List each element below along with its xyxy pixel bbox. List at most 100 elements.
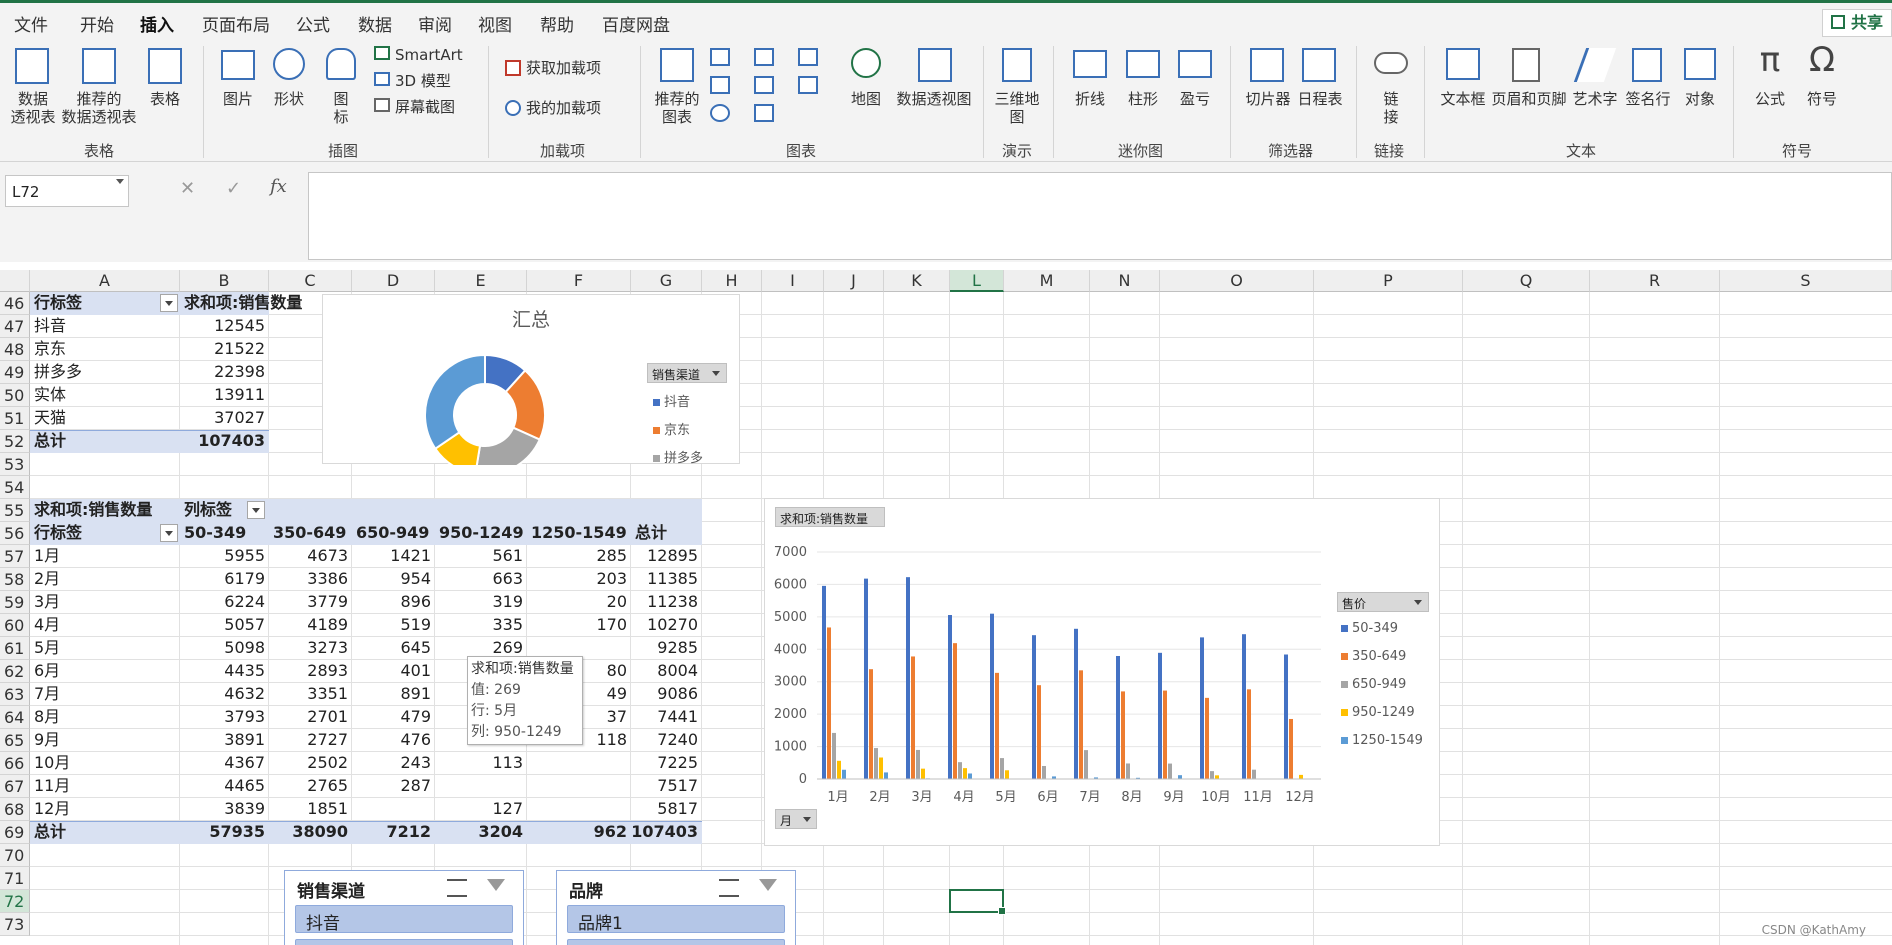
bar-350-649-4月[interactable] [953,643,957,779]
pivot2-row-label[interactable]: 12月 [34,798,174,820]
pivot2-cell[interactable]: 8004 [631,660,702,682]
bar-650-949-9月[interactable] [1168,763,1172,779]
bar-legend-item[interactable]: 1250-1549 [1341,733,1423,748]
bar-50-349-5月[interactable] [990,613,994,779]
pivot2-cell[interactable]: 3386 [269,568,352,590]
bar-50-349-7月[interactable] [1074,628,1078,779]
pivot2-cell[interactable]: 7441 [631,706,702,728]
screenshot-button[interactable]: 屏幕截图 [395,98,455,116]
column-header[interactable]: H [702,270,762,292]
pie-slice-天猫[interactable] [424,353,486,451]
timeline-button[interactable]: 日程表 [1296,90,1344,108]
bar-legend-item[interactable]: 650-949 [1341,677,1406,692]
pivot2-cell[interactable]: 5817 [631,798,702,820]
pivot2-row-label[interactable]: 11月 [34,775,174,797]
symbol-button[interactable]: 符号 [1804,90,1840,108]
row-header[interactable]: 46 [0,292,30,315]
pivot1-row-label[interactable]: 拼多多 [34,361,174,383]
header-footer-button[interactable]: 页眉和页脚 [1490,90,1568,108]
my-addins-button[interactable]: 我的加载项 [526,99,601,117]
signature-button[interactable]: 签名行 [1624,90,1672,108]
bar-350-649-3月[interactable] [911,656,915,779]
bar-50-349-1月[interactable] [822,585,826,779]
row-header[interactable]: 52 [0,430,30,453]
pivot2-cell[interactable]: 7517 [631,775,702,797]
row-header[interactable]: 67 [0,775,30,798]
recommended-pivot-button[interactable]: 推荐的 数据透视表 [60,90,138,126]
bar-50-349-10月[interactable] [1200,637,1204,779]
bar-50-349-6月[interactable] [1032,635,1036,779]
pivot2-cell[interactable]: 3839 [180,798,269,820]
get-addins-button[interactable]: 获取加载项 [526,59,601,77]
pivot2-cell[interactable]: 3273 [269,637,352,659]
pivot2-cell[interactable]: 127 [435,798,527,820]
formula-input[interactable] [308,172,1892,260]
pivot2-cell[interactable]: 7225 [631,752,702,774]
pivot1-row-label[interactable]: 天猫 [34,407,174,429]
hierarchy-chart-icon[interactable] [754,48,774,66]
picture-button[interactable]: 图片 [220,90,256,108]
pivot2-cell[interactable]: 4189 [269,614,352,636]
pivot2-cell[interactable]: 3779 [269,591,352,613]
pivot1-row-value[interactable]: 21522 [180,338,269,360]
row-header[interactable]: 68 [0,798,30,821]
bar-1250-1549-9月[interactable] [1178,775,1182,779]
worksheet[interactable]: ABCDEFGHIJKLMNOPQRS 46 47 48 49 50 51 52 53 54 55… [0,270,1892,945]
bar-650-949-3月[interactable] [916,749,920,779]
bar-350-649-11月[interactable] [1247,689,1251,779]
pivot2-row-label[interactable]: 7月 [34,683,174,705]
pivot2-cell[interactable]: 4435 [180,660,269,682]
combo-chart-icon[interactable] [798,76,818,94]
pivot2-row-label[interactable]: 3月 [34,591,174,613]
chevron-down-icon[interactable] [116,179,124,184]
enter-icon[interactable]: ✓ [226,178,241,199]
pivot2-cell[interactable]: 3793 [180,706,269,728]
pivot2-cell[interactable]: 954 [352,568,435,590]
pivot2-cell[interactable]: 519 [352,614,435,636]
pivot2-cell[interactable]: 10270 [631,614,702,636]
pivot2-cell[interactable]: 203 [527,568,631,590]
bar-350-649-8月[interactable] [1121,691,1125,779]
row-filter-dropdown[interactable] [160,294,178,312]
slicer-channel[interactable]: 销售渠道 抖音 [284,870,524,945]
menu-item[interactable]: 数据 [358,11,392,36]
bar-350-649-6月[interactable] [1037,685,1041,779]
pivot2-cell[interactable]: 1851 [269,798,352,820]
menu-item[interactable]: 公式 [296,11,330,36]
bar-50-349-12月[interactable] [1284,654,1288,779]
pivot2-row-label[interactable]: 10月 [34,752,174,774]
col-filter-dropdown[interactable] [247,501,265,519]
row-header[interactable]: 71 [0,867,30,890]
row-header[interactable]: 73 [0,913,30,936]
bar-650-949-2月[interactable] [874,748,878,779]
pie-legend-item[interactable]: 拼多多 [653,447,703,466]
pivot2-cell[interactable]: 5098 [180,637,269,659]
pie-legend-item[interactable]: 抖音 [653,391,690,410]
pivot2-cell[interactable]: 287 [352,775,435,797]
row-header[interactable]: 59 [0,591,30,614]
icons-button[interactable]: 图标 [328,90,354,126]
menu-item[interactable]: 审阅 [418,11,452,36]
pivot2-cell[interactable]: 4465 [180,775,269,797]
bar-950-1249-3月[interactable] [921,768,925,779]
equation-button[interactable]: 公式 [1752,90,1788,108]
bar-950-1249-5月[interactable] [1005,770,1009,779]
menu-item[interactable]: 插入 [140,11,174,43]
pivot2-cell[interactable]: 401 [352,660,435,682]
pivot2-col-header[interactable]: 总计 [635,522,736,544]
row-header[interactable]: 53 [0,453,30,476]
column-header[interactable]: N [1090,270,1160,292]
bar-50-349-11月[interactable] [1242,634,1246,779]
row-header[interactable]: 48 [0,338,30,361]
bar-legend-field-button[interactable]: 售价 [1337,592,1429,612]
row-header[interactable]: 69 [0,821,30,844]
column-header[interactable]: E [435,270,527,292]
bar-legend-item[interactable]: 950-1249 [1341,705,1415,720]
bar-650-949-10月[interactable] [1210,771,1214,779]
column-header[interactable]: O [1160,270,1314,292]
pivot1-row-value[interactable]: 37027 [180,407,269,429]
pivot2-cell[interactable]: 319 [435,591,527,613]
column-header[interactable]: G [631,270,702,292]
pivot2-cell[interactable]: 5057 [180,614,269,636]
pivot2-cell[interactable]: 645 [352,637,435,659]
